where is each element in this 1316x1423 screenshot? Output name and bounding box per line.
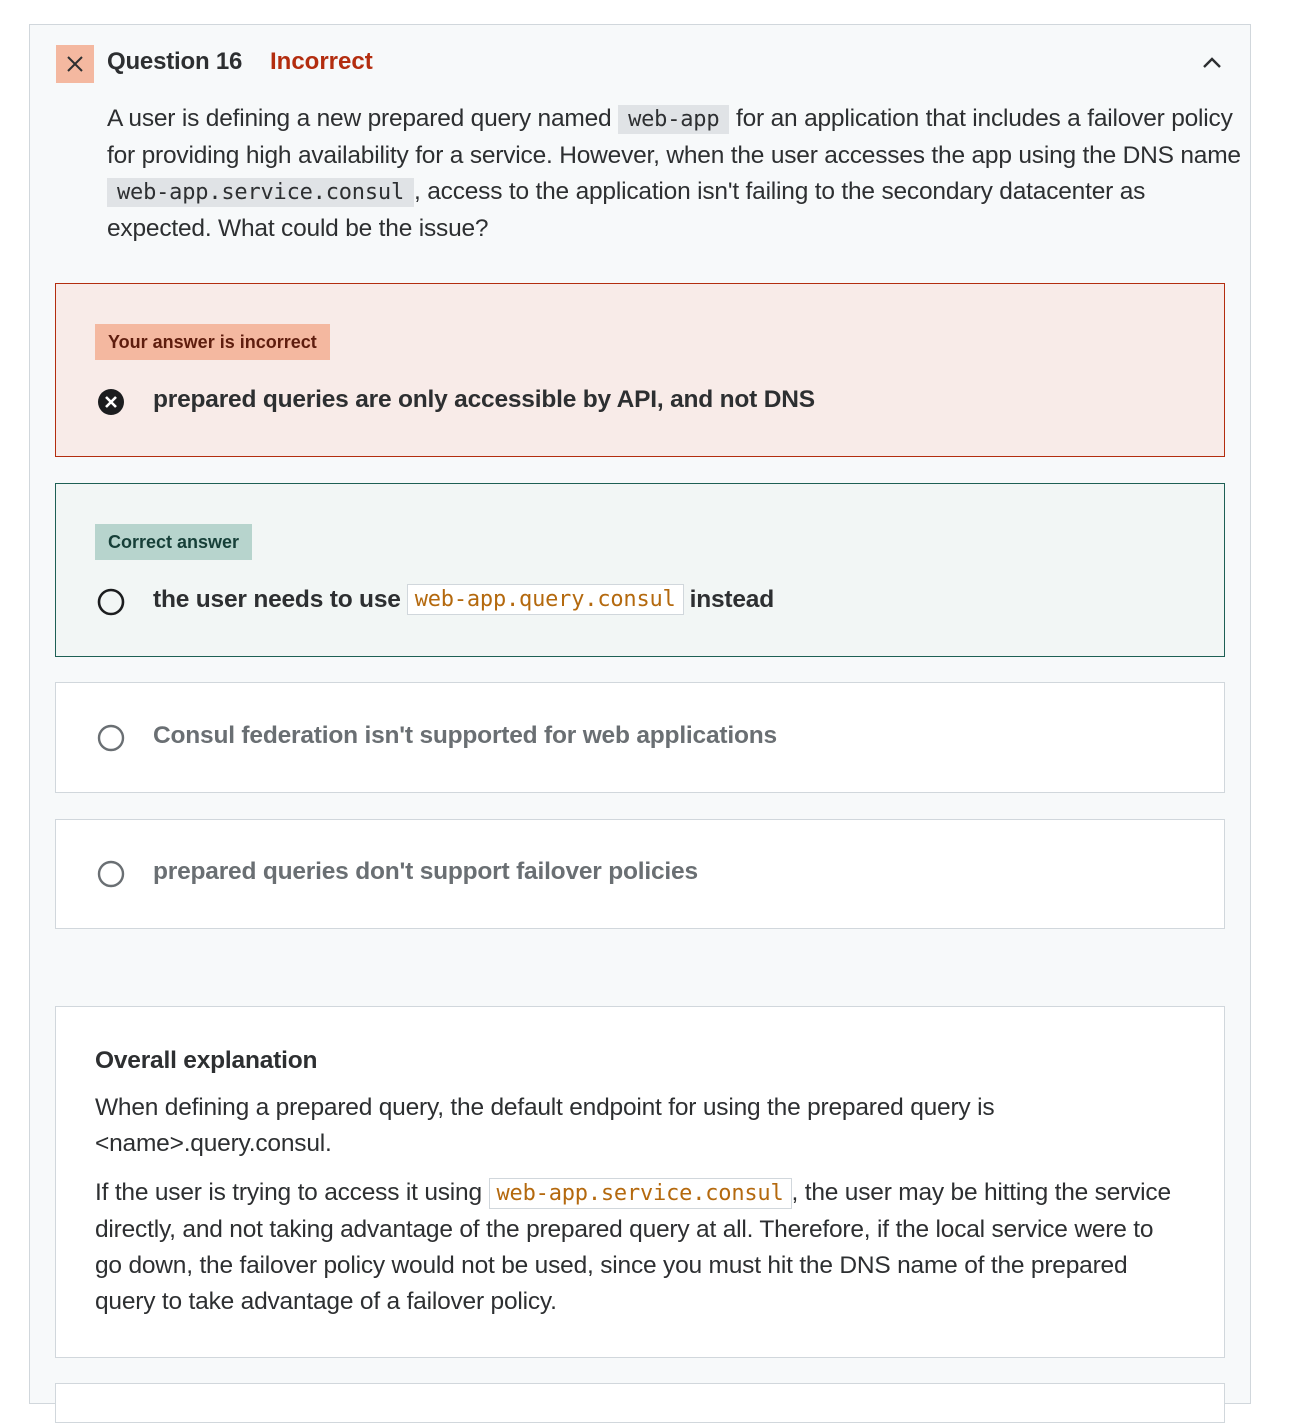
your-answer-card: Your answer is incorrect prepared querie… (55, 283, 1225, 457)
radio-empty-icon[interactable] (97, 588, 125, 616)
inline-code: web-app.service.consul (488, 1178, 792, 1209)
option-text: prepared queries don't support failover … (153, 858, 698, 885)
inline-code: web-app.query.consul (406, 584, 684, 615)
explanation-text-part: If the user is trying to access it using (95, 1179, 489, 1206)
explanation-paragraph: If the user is trying to access it using… (95, 1175, 1175, 1320)
collapse-button[interactable] (1198, 49, 1226, 77)
your-answer-tag: Your answer is incorrect (95, 324, 330, 360)
question-panel: Question 16 Incorrect A user is defining… (29, 24, 1251, 1423)
correct-answer-tag: Correct answer (95, 524, 253, 560)
radio-empty-icon[interactable] (97, 860, 125, 888)
close-icon (56, 45, 94, 83)
option-card[interactable]: Consul federation isn't supported for we… (55, 682, 1225, 793)
x-circle-icon (98, 389, 124, 415)
option-text: Consul federation isn't supported for we… (153, 722, 777, 749)
correct-answer-card: Correct answer the user needs to use web… (55, 483, 1225, 657)
radio-empty-icon[interactable] (97, 724, 125, 752)
question-title: Question 16 (107, 48, 243, 75)
question-text-part: A user is defining a new prepared query … (107, 105, 619, 132)
option-card[interactable]: prepared queries don't support failover … (55, 819, 1225, 929)
explanation-paragraph: When defining a prepared query, the defa… (95, 1094, 995, 1157)
correct-answer-text: the user needs to use web-app.query.cons… (153, 584, 774, 615)
question-text: A user is defining a new prepared query … (107, 101, 1247, 247)
your-answer-text: prepared queries are only accessible by … (153, 386, 815, 413)
explanation-card: Overall explanation When defining a prep… (55, 1006, 1225, 1358)
next-card (55, 1383, 1225, 1423)
question-status: Incorrect (270, 48, 373, 75)
explanation-heading: Overall explanation (95, 1047, 318, 1074)
inline-code: web-app.service.consul (107, 178, 414, 207)
correct-answer-text-part: the user needs to use (153, 585, 401, 613)
chevron-up-icon (1203, 57, 1221, 68)
correct-answer-text-part: instead (689, 585, 775, 613)
inline-code: web-app (618, 105, 730, 134)
